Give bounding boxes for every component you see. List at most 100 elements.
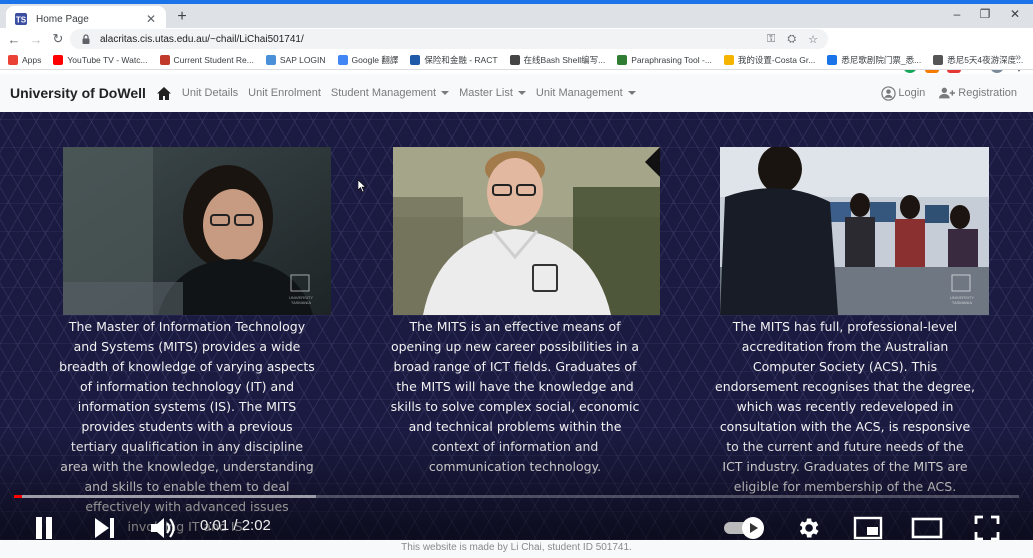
browser-toolbar: ← → ↻ alacritas.cis.utas.edu.au/~chail/L…: [0, 28, 1033, 73]
tab-close-icon[interactable]: ✕: [144, 12, 158, 26]
video-progress-bar[interactable]: [14, 495, 1019, 498]
pause-icon: [36, 517, 52, 539]
chevron-down-icon: [627, 91, 636, 96]
bookmark-item[interactable]: 我的设置-Costa Gr...: [723, 54, 816, 66]
video-player[interactable]: UNIVERSITY TASMANIA UNIVERSITY TASMANIA …: [0, 112, 1033, 540]
skip-next-icon: [95, 518, 114, 538]
new-tab-button[interactable]: +: [172, 8, 192, 26]
bookmark-item[interactable]: Google 翻譯: [337, 54, 399, 66]
bookmark-label: 在线Bash Shell编写...: [523, 54, 606, 65]
site-brand[interactable]: University of DoWell: [10, 85, 146, 101]
bookmark-label: 我的设置-Costa Gr...: [737, 54, 816, 65]
bookmark-favicon-icon: [617, 54, 628, 65]
lock-icon: [82, 34, 90, 44]
bookmark-star-icon[interactable]: ☆: [808, 33, 818, 46]
nav-unit-details[interactable]: Unit Details: [182, 87, 238, 99]
login-link[interactable]: Login: [881, 85, 926, 101]
video-frame-student-portrait: [393, 147, 660, 315]
user-circle-icon: [881, 85, 897, 101]
site-footer: This website is made by Li Chai, student…: [0, 540, 1033, 558]
bookmark-favicon-icon: [337, 54, 348, 65]
login-label: Login: [898, 87, 926, 99]
bookmark-item[interactable]: Apps: [8, 54, 42, 65]
maximize-window-button[interactable]: ❐: [970, 7, 1000, 21]
registration-label: Registration: [958, 87, 1017, 99]
next-button[interactable]: [90, 512, 118, 540]
fullscreen-button[interactable]: [972, 512, 1002, 540]
student-portrait-image: [393, 147, 660, 315]
bookmark-label: SAP LOGIN: [279, 54, 326, 65]
bookmark-favicon-icon: [827, 54, 838, 65]
miniplayer-icon: [853, 516, 883, 540]
bookmark-item[interactable]: YouTube TV - Watc...: [53, 54, 148, 65]
bookmark-label: 保险和金融 - RACT: [424, 54, 498, 65]
bookmark-favicon-icon: [509, 54, 520, 65]
bookmark-item[interactable]: 在线Bash Shell编写...: [509, 54, 606, 66]
svg-text:TS: TS: [16, 16, 27, 25]
bookmark-label: Google 翻譯: [351, 54, 399, 65]
back-arrow-icon[interactable]: ←: [3, 32, 25, 47]
video-time-display: 0:01 / 2:02: [200, 517, 271, 534]
mouse-cursor-icon: [358, 180, 366, 192]
chevron-down-icon: [517, 91, 526, 96]
password-key-icon[interactable]: ⚿: [767, 33, 775, 46]
forward-arrow-icon[interactable]: →: [25, 32, 47, 47]
bookmark-label: Current Student Re...: [173, 54, 254, 65]
theater-mode-icon: [911, 517, 943, 539]
bookmark-item[interactable]: 保险和金融 - RACT: [410, 54, 498, 66]
bookmarks-overflow-icon[interactable]: »: [1015, 52, 1021, 63]
apps-grid-icon: [8, 54, 18, 65]
progress-played: [14, 495, 23, 498]
miniplayer-button[interactable]: [852, 512, 884, 540]
volume-icon: [151, 518, 175, 538]
pause-button[interactable]: [30, 512, 58, 540]
bookmark-label: Apps: [22, 54, 42, 65]
fullscreen-icon: [974, 515, 1000, 540]
autoplay-toggle[interactable]: [722, 512, 768, 540]
translate-icon[interactable]: ⛭: [787, 33, 796, 46]
bookmarks-bar: Apps YouTube TV - Watc... Current Student …: [0, 50, 1033, 70]
reload-icon[interactable]: ↻: [47, 31, 69, 47]
bookmark-favicon-icon: [410, 54, 421, 65]
student-laptop-image: UNIVERSITYTASMANIA: [63, 147, 331, 315]
home-icon[interactable]: [156, 86, 172, 101]
bookmark-item[interactable]: Paraphrasing Tool -...: [617, 54, 712, 65]
volume-button[interactable]: [148, 512, 178, 540]
svg-text:TASMANIA: TASMANIA: [291, 300, 311, 305]
bookmark-item[interactable]: 悉尼歌剧院门票_悉...: [827, 54, 921, 66]
nav-master-list[interactable]: Master List: [459, 87, 526, 99]
browser-tab-strip: TS Home Page ✕ + – ❐ ✕: [0, 0, 1033, 32]
theater-mode-button[interactable]: [910, 512, 944, 540]
nav-master-list-label: Master List: [459, 87, 513, 99]
bookmark-favicon-icon: [723, 54, 734, 65]
site-navbar: University of DoWell Unit Details Unit E…: [0, 74, 1033, 112]
nav-student-management-label: Student Management: [330, 87, 437, 99]
bookmark-item[interactable]: SAP LOGIN: [265, 54, 326, 65]
settings-button[interactable]: [792, 512, 824, 540]
close-window-button[interactable]: ✕: [1000, 7, 1030, 21]
bookmark-label: 悉尼歌剧院门票_悉...: [841, 54, 922, 65]
user-plus-icon: [939, 87, 956, 99]
nav-student-management[interactable]: Student Management: [330, 87, 450, 99]
bookmark-favicon-icon: [933, 54, 944, 65]
video-frame-computer-lab: UNIVERSITY TASMANIA: [720, 147, 989, 315]
url-text: alacritas.cis.utas.edu.au/~chail/LiChai5…: [100, 33, 304, 45]
registration-link[interactable]: Registration: [939, 86, 1017, 100]
svg-text:TASMANIA: TASMANIA: [952, 300, 972, 305]
minimize-window-button[interactable]: –: [942, 7, 972, 21]
autoplay-toggle-icon: [724, 517, 764, 539]
bookmark-favicon-icon: [53, 54, 64, 65]
nav-unit-enrolment[interactable]: Unit Enrolment: [248, 87, 321, 99]
nav-unit-management[interactable]: Unit Management: [536, 87, 636, 99]
bookmark-item[interactable]: 悉尼5天4夜游深度...: [933, 54, 1023, 66]
bookmark-label: 悉尼5天4夜游深度...: [947, 54, 1024, 65]
address-bar[interactable]: alacritas.cis.utas.edu.au/~chail/LiChai5…: [70, 29, 828, 49]
video-frame-student-laptop: UNIVERSITY TASMANIA: [63, 147, 331, 315]
tab-title: Home Page: [36, 13, 89, 25]
site-favicon-icon: TS: [15, 13, 27, 25]
bookmark-favicon-icon: [265, 54, 276, 65]
bookmark-label: YouTube TV - Watc...: [67, 54, 148, 65]
gear-icon: [799, 518, 819, 538]
bookmark-favicon-icon: [159, 54, 170, 65]
bookmark-item[interactable]: Current Student Re...: [159, 54, 254, 65]
